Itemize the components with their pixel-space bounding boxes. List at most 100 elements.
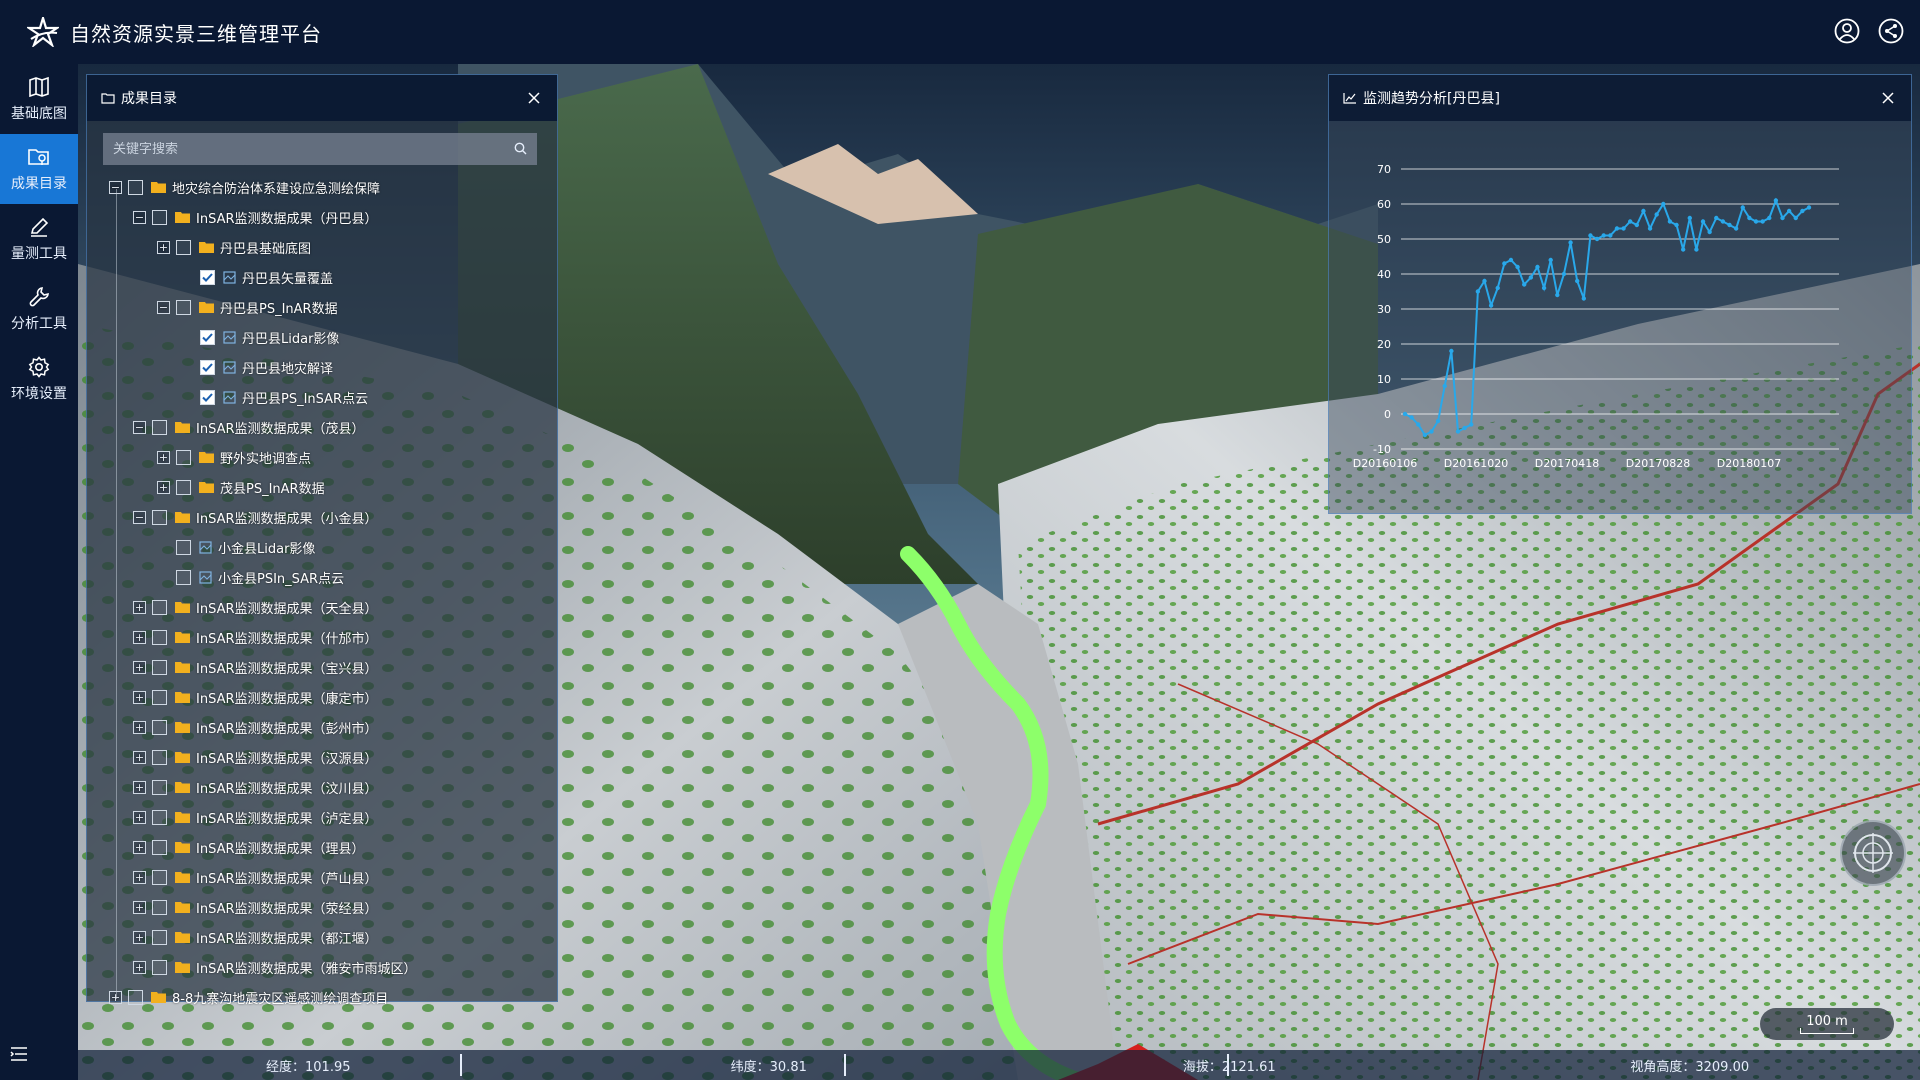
expand-icon[interactable]: +	[133, 810, 146, 824]
tree-checkbox[interactable]	[152, 689, 167, 705]
tree-item[interactable]: 小金县Lidar影像	[176, 535, 315, 559]
compass-control[interactable]	[1840, 820, 1906, 886]
tree-checkbox[interactable]	[128, 989, 143, 1005]
tree-item[interactable]: 丹巴县PS_InSAR点云	[200, 385, 368, 409]
tree-item[interactable]: + InSAR监测数据成果（荥经县）	[133, 895, 378, 919]
tree-checkbox[interactable]	[200, 329, 215, 345]
tree-checkbox[interactable]	[152, 659, 167, 675]
tree-item[interactable]: + InSAR监测数据成果（雅安市雨城区）	[133, 955, 417, 979]
nav-environment-settings[interactable]: 环境设置	[0, 344, 78, 414]
collapse-icon[interactable]: −	[133, 210, 146, 224]
tree-item[interactable]: + 丹巴县基础底图	[157, 235, 311, 259]
search-input[interactable]	[113, 141, 514, 157]
folder-icon	[175, 961, 190, 973]
data-point	[1608, 233, 1613, 238]
tree-checkbox[interactable]	[200, 389, 215, 405]
expand-icon[interactable]: +	[133, 660, 146, 674]
expand-icon[interactable]: +	[133, 900, 146, 914]
expand-icon[interactable]: +	[133, 750, 146, 764]
tree-item[interactable]: + InSAR监测数据成果（汶川县）	[133, 775, 378, 799]
tree-item[interactable]: − InSAR监测数据成果（丹巴县）	[133, 205, 378, 229]
search-icon[interactable]	[514, 140, 527, 159]
tree-checkbox[interactable]	[152, 809, 167, 825]
gear-icon	[28, 355, 50, 378]
tree-item[interactable]: 丹巴县地灾解译	[200, 355, 333, 379]
tree-checkbox[interactable]	[152, 209, 167, 225]
tree-item[interactable]: + InSAR监测数据成果（芦山县）	[133, 865, 378, 889]
tree-item[interactable]: + InSAR监测数据成果（什邡市）	[133, 625, 378, 649]
tree-checkbox[interactable]	[152, 419, 167, 435]
expand-icon[interactable]: +	[133, 600, 146, 614]
tree-item[interactable]: − 地灾综合防治体系建设应急测绘保障	[109, 175, 380, 199]
menu-toggle-icon[interactable]	[10, 1046, 32, 1068]
tree-item[interactable]: +8-8九寨沟地震灾区遥感测绘调查项目	[109, 985, 388, 1009]
expand-icon[interactable]: +	[157, 240, 170, 254]
tree-checkbox[interactable]	[176, 299, 191, 315]
layer-icon	[223, 270, 236, 284]
tree-item[interactable]: − InSAR监测数据成果（小金县）	[133, 505, 378, 529]
tree-item[interactable]: 小金县PSIn_SAR点云	[176, 565, 344, 589]
tree-checkbox[interactable]	[152, 959, 167, 975]
nav-measure-tools[interactable]: 量测工具	[0, 204, 78, 274]
expand-icon[interactable]: +	[157, 480, 170, 494]
expand-icon[interactable]: +	[133, 690, 146, 704]
tree-checkbox[interactable]	[152, 509, 167, 525]
tree-checkbox[interactable]	[176, 479, 191, 495]
collapse-icon[interactable]: −	[133, 510, 146, 524]
close-icon[interactable]	[1879, 89, 1897, 107]
folder-icon	[175, 751, 190, 763]
nav-base-map[interactable]: 基础底图	[0, 64, 78, 134]
expand-icon[interactable]: +	[133, 780, 146, 794]
logo-icon	[26, 15, 60, 49]
tree-item[interactable]: + InSAR监测数据成果（理县）	[133, 835, 365, 859]
tree-checkbox[interactable]	[152, 929, 167, 945]
expand-icon[interactable]: +	[133, 870, 146, 884]
expand-icon[interactable]: +	[133, 930, 146, 944]
tree-item[interactable]: + InSAR监测数据成果（宝兴县）	[133, 655, 378, 679]
expand-icon[interactable]: +	[133, 720, 146, 734]
y-tick-label: -10	[1373, 443, 1391, 456]
expand-icon[interactable]: +	[133, 960, 146, 974]
data-point	[1800, 208, 1805, 214]
tree-item[interactable]: − InSAR监测数据成果（茂县）	[133, 415, 365, 439]
tree-checkbox[interactable]	[176, 569, 191, 585]
tree-checkbox[interactable]	[152, 839, 167, 855]
tree-item[interactable]: 丹巴县矢量覆盖	[200, 265, 333, 289]
expand-icon[interactable]: +	[157, 450, 170, 464]
collapse-icon[interactable]: −	[133, 420, 146, 434]
tree-item[interactable]: + InSAR监测数据成果（汉源县）	[133, 745, 378, 769]
tree-checkbox[interactable]	[152, 869, 167, 885]
tree-item[interactable]: + InSAR监测数据成果（都江堰）	[133, 925, 378, 949]
tree-checkbox[interactable]	[152, 599, 167, 615]
tree-item[interactable]: + 野外实地调查点	[157, 445, 311, 469]
tree-item[interactable]: + InSAR监测数据成果（康定市）	[133, 685, 378, 709]
nav-analysis-tools[interactable]: 分析工具	[0, 274, 78, 344]
tree-item[interactable]: − 丹巴县PS_InAR数据	[157, 295, 338, 319]
tree-checkbox[interactable]	[176, 239, 191, 255]
status-bar: 经度：101.95 纬度：30.81 海拔：2121.61 视角高度：3209.…	[78, 1050, 1920, 1080]
tree-checkbox[interactable]	[152, 749, 167, 765]
tree-checkbox[interactable]	[200, 269, 215, 285]
close-icon[interactable]	[525, 89, 543, 107]
collapse-icon[interactable]: −	[157, 300, 170, 314]
tree-checkbox[interactable]	[152, 629, 167, 645]
share-icon[interactable]	[1876, 16, 1906, 46]
tree-checkbox[interactable]	[152, 779, 167, 795]
expand-icon[interactable]: +	[133, 630, 146, 644]
tree-item[interactable]: + InSAR监测数据成果（泸定县）	[133, 805, 378, 829]
tree-item[interactable]: + 茂县PS_InAR数据	[157, 475, 325, 499]
user-icon[interactable]	[1832, 16, 1862, 46]
tree-checkbox[interactable]	[200, 359, 215, 375]
tree-checkbox[interactable]	[152, 719, 167, 735]
data-point	[1674, 222, 1679, 228]
tree-checkbox[interactable]	[176, 539, 191, 555]
tree-item[interactable]: + InSAR监测数据成果（彭州市）	[133, 715, 378, 739]
tree-checkbox[interactable]	[176, 449, 191, 465]
tree-item[interactable]: 丹巴县Lidar影像	[200, 325, 339, 349]
tree-checkbox[interactable]	[152, 899, 167, 915]
tree-checkbox[interactable]	[128, 179, 143, 195]
tree-item[interactable]: + InSAR监测数据成果（天全县）	[133, 595, 378, 619]
expand-icon[interactable]: +	[133, 840, 146, 854]
nav-catalog[interactable]: 成果目录	[0, 134, 78, 204]
folder-icon	[151, 991, 166, 1003]
